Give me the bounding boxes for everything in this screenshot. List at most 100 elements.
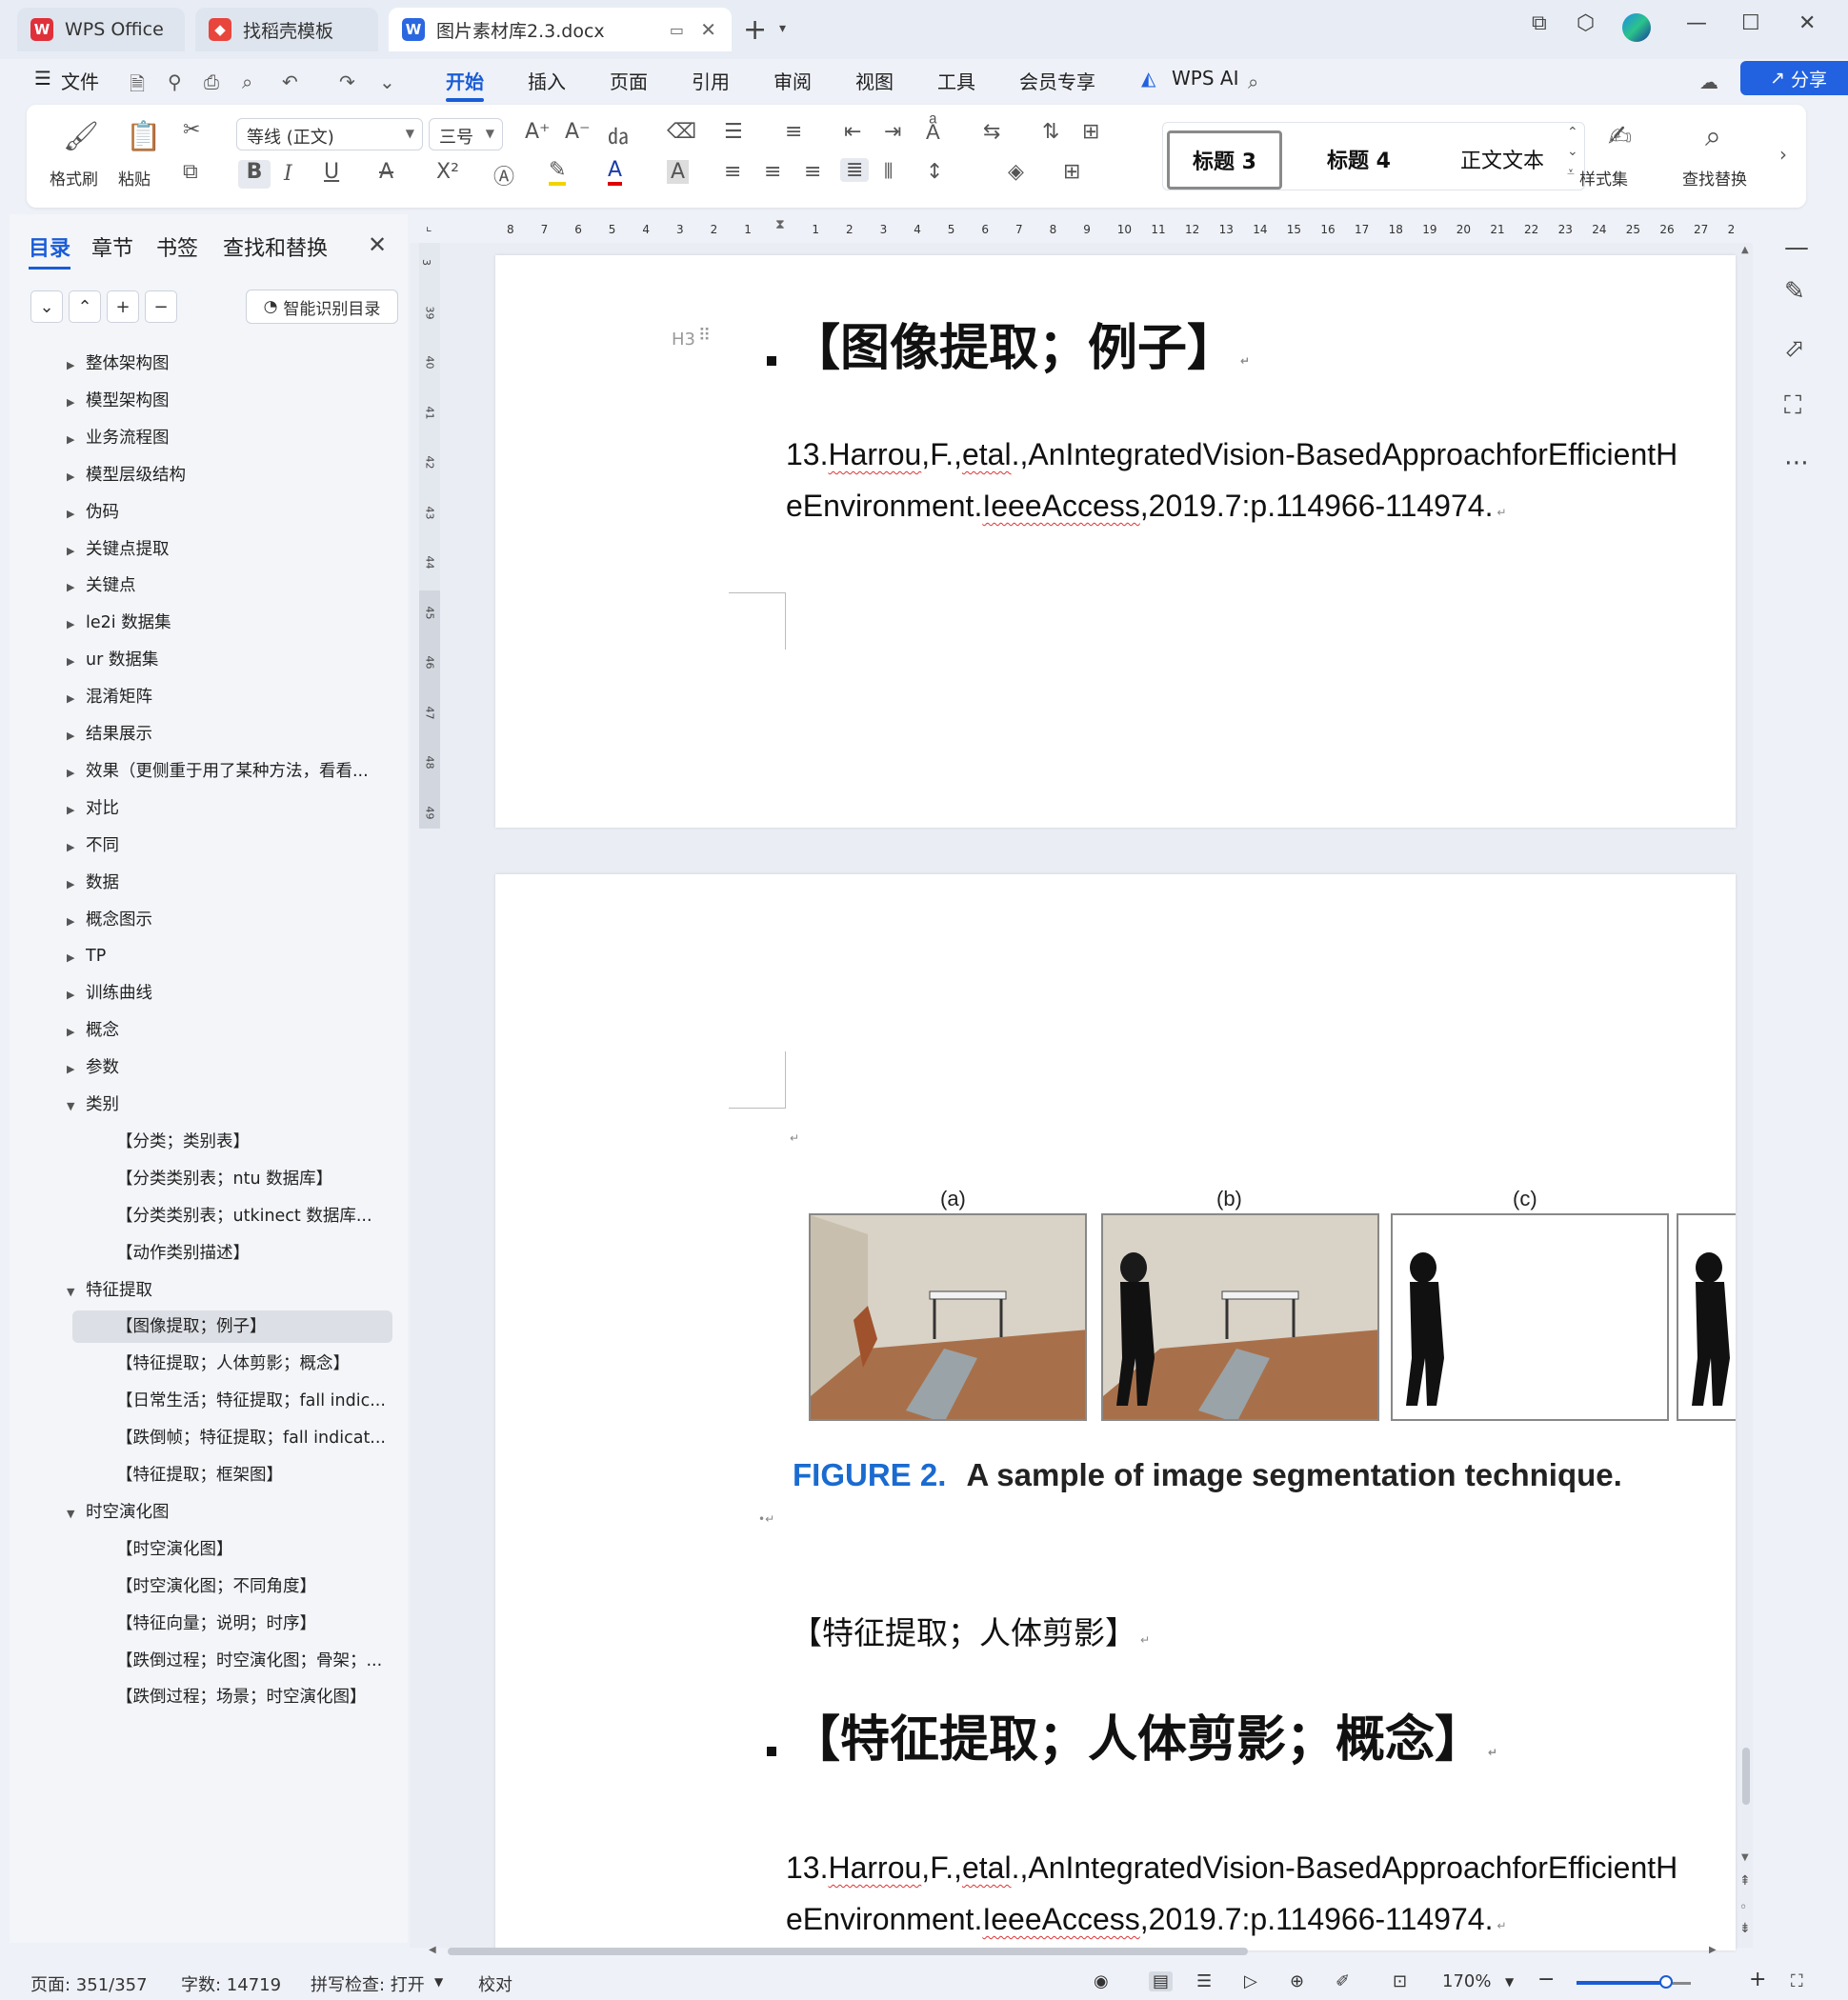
caret-right-icon[interactable]: ▶ — [67, 683, 86, 715]
menu-view[interactable]: 视图 — [855, 67, 894, 94]
monitor-icon[interactable]: ▭ — [670, 21, 684, 39]
toc-item[interactable]: 【跌倒过程；场景；时空演化图】 — [116, 1681, 402, 1713]
close-icon[interactable]: ✕ — [368, 231, 387, 258]
scroll-thumb[interactable] — [448, 1948, 1248, 1955]
caret-right-icon[interactable]: ▶ — [67, 646, 86, 678]
zoom-slider-knob[interactable] — [1658, 1975, 1673, 1989]
caret-right-icon[interactable]: ▶ — [67, 794, 86, 827]
phonetic-icon[interactable]: ㍲ — [608, 120, 629, 150]
italic-icon[interactable]: I — [284, 162, 292, 186]
line-spacing-icon[interactable]: ↕ — [926, 160, 943, 184]
menu-wps-ai[interactable]: WPS AI — [1172, 67, 1238, 90]
minimize-icon[interactable]: — — [1686, 11, 1707, 35]
caret-right-icon[interactable]: ▶ — [67, 387, 86, 419]
play-icon[interactable]: ▷ — [1244, 1971, 1257, 1991]
format-painter-button[interactable]: 格式刷 — [50, 166, 98, 190]
drag-handle-icon[interactable]: ⠿ — [698, 326, 711, 346]
select-browse-icon[interactable]: ◦ — [1739, 1900, 1747, 1915]
caret-right-icon[interactable]: ▶ — [67, 350, 86, 382]
caret-right-icon[interactable]: ▶ — [67, 535, 86, 568]
justify-icon[interactable]: ≣ — [840, 158, 870, 182]
menu-insert[interactable]: 插入 — [528, 67, 566, 94]
menu-page[interactable]: 页面 — [610, 67, 648, 94]
caret-right-icon[interactable]: ▶ — [67, 1053, 86, 1086]
zoom-in-icon[interactable]: + — [1749, 1968, 1766, 1991]
cube-icon[interactable]: ⬡ — [1577, 11, 1595, 35]
toc-item[interactable]: ▶ TP — [67, 940, 400, 972]
caret-right-icon[interactable]: ▶ — [67, 720, 86, 752]
menu-reference[interactable]: 引用 — [692, 67, 730, 94]
new-tab-icon[interactable]: + — [743, 13, 767, 47]
scroll-up-icon[interactable]: ▲ — [1741, 245, 1749, 255]
toc-item[interactable]: ▼ 时空演化图 — [67, 1496, 400, 1529]
paste-icon[interactable]: 📋 — [126, 120, 161, 153]
toc-item[interactable]: ▼ 类别 — [67, 1089, 400, 1121]
caret-right-icon[interactable]: ▶ — [67, 869, 86, 901]
smart-toc-button[interactable]: ◔ 智能识别目录 — [246, 290, 398, 324]
font-name-select[interactable]: 等线 (正文) ▼ — [236, 118, 423, 150]
page[interactable]: ↵ (a) (b) (c) FIGURE 2. A sample of imag… — [495, 874, 1736, 1950]
toc-item[interactable]: ▶ 关键点提取 — [67, 533, 400, 566]
font-color-icon[interactable]: A — [608, 158, 623, 186]
figure-caption[interactable]: FIGURE 2. A sample of image segmentation… — [793, 1457, 1622, 1493]
superscript-icon[interactable]: X² — [436, 160, 459, 184]
text-direction-icon[interactable]: Aͣ — [926, 120, 940, 145]
toc-item[interactable]: 【特征向量；说明；时序】 — [116, 1608, 402, 1640]
pen-icon[interactable]: ✎ — [1784, 277, 1805, 306]
fullscreen-icon[interactable]: ⛶ — [1791, 1971, 1803, 1991]
toc-item[interactable]: 【日常生活；特征提取；fall indic... — [116, 1385, 402, 1417]
distribute-icon[interactable]: ⫴ — [884, 160, 893, 184]
horizontal-ruler[interactable]: 8 7 6 5 4 3 2 1 1 2 3 4 5 6 7 8 9 10 11 12 13 14 15 16 17 18 19 20 2… — [495, 217, 1738, 242]
find-replace-icon[interactable]: ⌕ — [1705, 120, 1721, 153]
page-indicator[interactable]: 页面: 351/357 — [30, 1971, 148, 1996]
write-icon[interactable]: ✐ — [1336, 1971, 1350, 1991]
tab-chapters[interactable]: 章节 — [91, 231, 133, 262]
select-cursor-icon[interactable]: ⬀ — [1784, 334, 1805, 363]
toc-item[interactable]: 【时空演化图】 — [116, 1533, 402, 1566]
toc-item[interactable]: ▶ 结果展示 — [67, 718, 400, 750]
text-effect-icon[interactable]: Ⓐ — [493, 160, 514, 190]
move-up-button[interactable]: ⌃ — [69, 290, 101, 323]
chevron-down-icon[interactable]: ⌄ — [1567, 144, 1578, 159]
page[interactable]: H3 ⠿ 【图像提取；例子】 ↵ 13.Harrou,F.,etal.,AnInt… — [495, 255, 1736, 828]
menu-file[interactable]: 文件 — [61, 67, 99, 94]
paste-button[interactable]: 粘贴 — [118, 166, 151, 190]
export-icon[interactable]: ⚲ — [168, 70, 182, 93]
caret-down-icon[interactable]: ▼ — [67, 1276, 86, 1309]
strikethrough-icon[interactable]: A — [379, 160, 393, 184]
undo-icon[interactable]: ↶ — [282, 70, 298, 93]
shirt-icon[interactable]: ⛶ — [1784, 391, 1801, 421]
close-tab-icon[interactable]: ✕ — [700, 18, 716, 41]
bullet-list-icon[interactable]: ☰ — [724, 120, 743, 144]
caret-right-icon[interactable]: ▶ — [67, 906, 86, 938]
print-icon[interactable]: ⎙ — [204, 70, 219, 93]
zoom-level[interactable]: 170% — [1442, 1971, 1491, 1991]
decrease-font-icon[interactable]: A⁻ — [565, 120, 591, 144]
highlight-icon[interactable]: ✎ — [549, 158, 567, 186]
maximize-icon[interactable]: ☐ — [1741, 11, 1760, 35]
font-size-select[interactable]: 三号 ▼ — [429, 118, 503, 150]
toc-item[interactable]: 【动作类别描述】 — [116, 1237, 402, 1270]
indent-marker-icon[interactable]: ⧗ — [775, 217, 785, 232]
cloud-icon[interactable]: ☁ — [1699, 70, 1718, 93]
caret-right-icon[interactable]: ▶ — [67, 498, 86, 530]
prev-page-icon[interactable]: ⇞ — [1739, 1873, 1751, 1889]
chevron-up-icon[interactable]: ⌃ — [1567, 125, 1578, 140]
toc-item[interactable]: 【分类类别表；utkinect 数据库... — [116, 1200, 402, 1232]
caret-right-icon[interactable]: ▶ — [67, 461, 86, 493]
caret-down-icon[interactable]: ▼ — [67, 1090, 86, 1123]
scroll-left-icon[interactable]: ◀ — [429, 1945, 436, 1955]
toc-item[interactable]: ▶ 关键点 — [67, 570, 400, 602]
menu-home[interactable]: 开始 — [446, 67, 484, 102]
caret-right-icon[interactable]: ▶ — [67, 1016, 86, 1049]
style-body-text[interactable]: 正文文本 — [1460, 144, 1544, 174]
tab-document[interactable]: W 图片素材库2.3.docx ▭ ✕ — [389, 8, 732, 51]
avatar[interactable] — [1622, 13, 1651, 42]
vertical-scrollbar[interactable]: ▲ ▼ ⇞ ◦ ⇟ — [1739, 243, 1753, 1948]
toc-item[interactable]: ▶ 对比 — [67, 792, 400, 825]
toc-item[interactable]: ▶ 混淆矩阵 — [67, 681, 400, 713]
toc-item[interactable]: 【分类类别表；ntu 数据库】 — [116, 1163, 402, 1195]
caret-right-icon[interactable]: ▶ — [67, 831, 86, 864]
word-count[interactable]: 字数: 14719 — [181, 1971, 281, 1996]
eye-icon[interactable]: ◉ — [1094, 1971, 1109, 1991]
